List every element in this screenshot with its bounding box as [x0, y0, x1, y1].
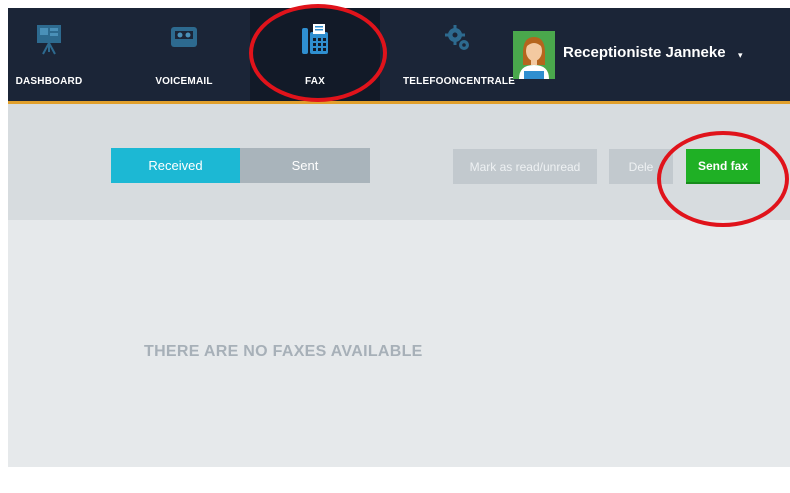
tab-sent[interactable]: Sent: [240, 148, 370, 183]
avatar: [513, 31, 555, 79]
gears-icon: [445, 25, 469, 50]
nav-label-fax: FAX: [304, 76, 326, 87]
tab-received[interactable]: Received: [111, 148, 240, 183]
nav-label-dashboard: DASHBOARD: [15, 76, 83, 87]
fax-machine-icon: [302, 24, 328, 54]
mark-read-unread-button[interactable]: Mark as read/unread: [453, 149, 597, 184]
user-name: Receptioniste Janneke: [563, 44, 726, 61]
nav-item-voicemail[interactable]: VOICEMAIL: [136, 8, 232, 101]
app-frame: DASHBOARD VOICEMAIL FAX TELEFOONCENTRALE…: [8, 8, 790, 467]
delete-button[interactable]: Dele: [609, 149, 673, 184]
nav-label-voicemail: VOICEMAIL: [155, 76, 213, 87]
presentation-board-icon: [37, 25, 61, 55]
cassette-tape-icon: [171, 27, 197, 47]
nav-item-fax[interactable]: FAX: [250, 8, 380, 101]
top-navigation-bar: DASHBOARD VOICEMAIL FAX TELEFOONCENTRALE…: [8, 8, 790, 104]
chevron-down-icon[interactable]: ▾: [738, 50, 743, 61]
nav-item-telefooncentrale[interactable]: TELEFOONCENTRALE: [403, 8, 516, 101]
nav-label-telefooncentrale: TELEFOONCENTRALE: [403, 76, 516, 87]
empty-state-message: THERE ARE NO FAXES AVAILABLE: [144, 343, 423, 360]
nav-item-dashboard[interactable]: DASHBOARD: [8, 8, 90, 101]
send-fax-button[interactable]: Send fax: [686, 149, 760, 184]
